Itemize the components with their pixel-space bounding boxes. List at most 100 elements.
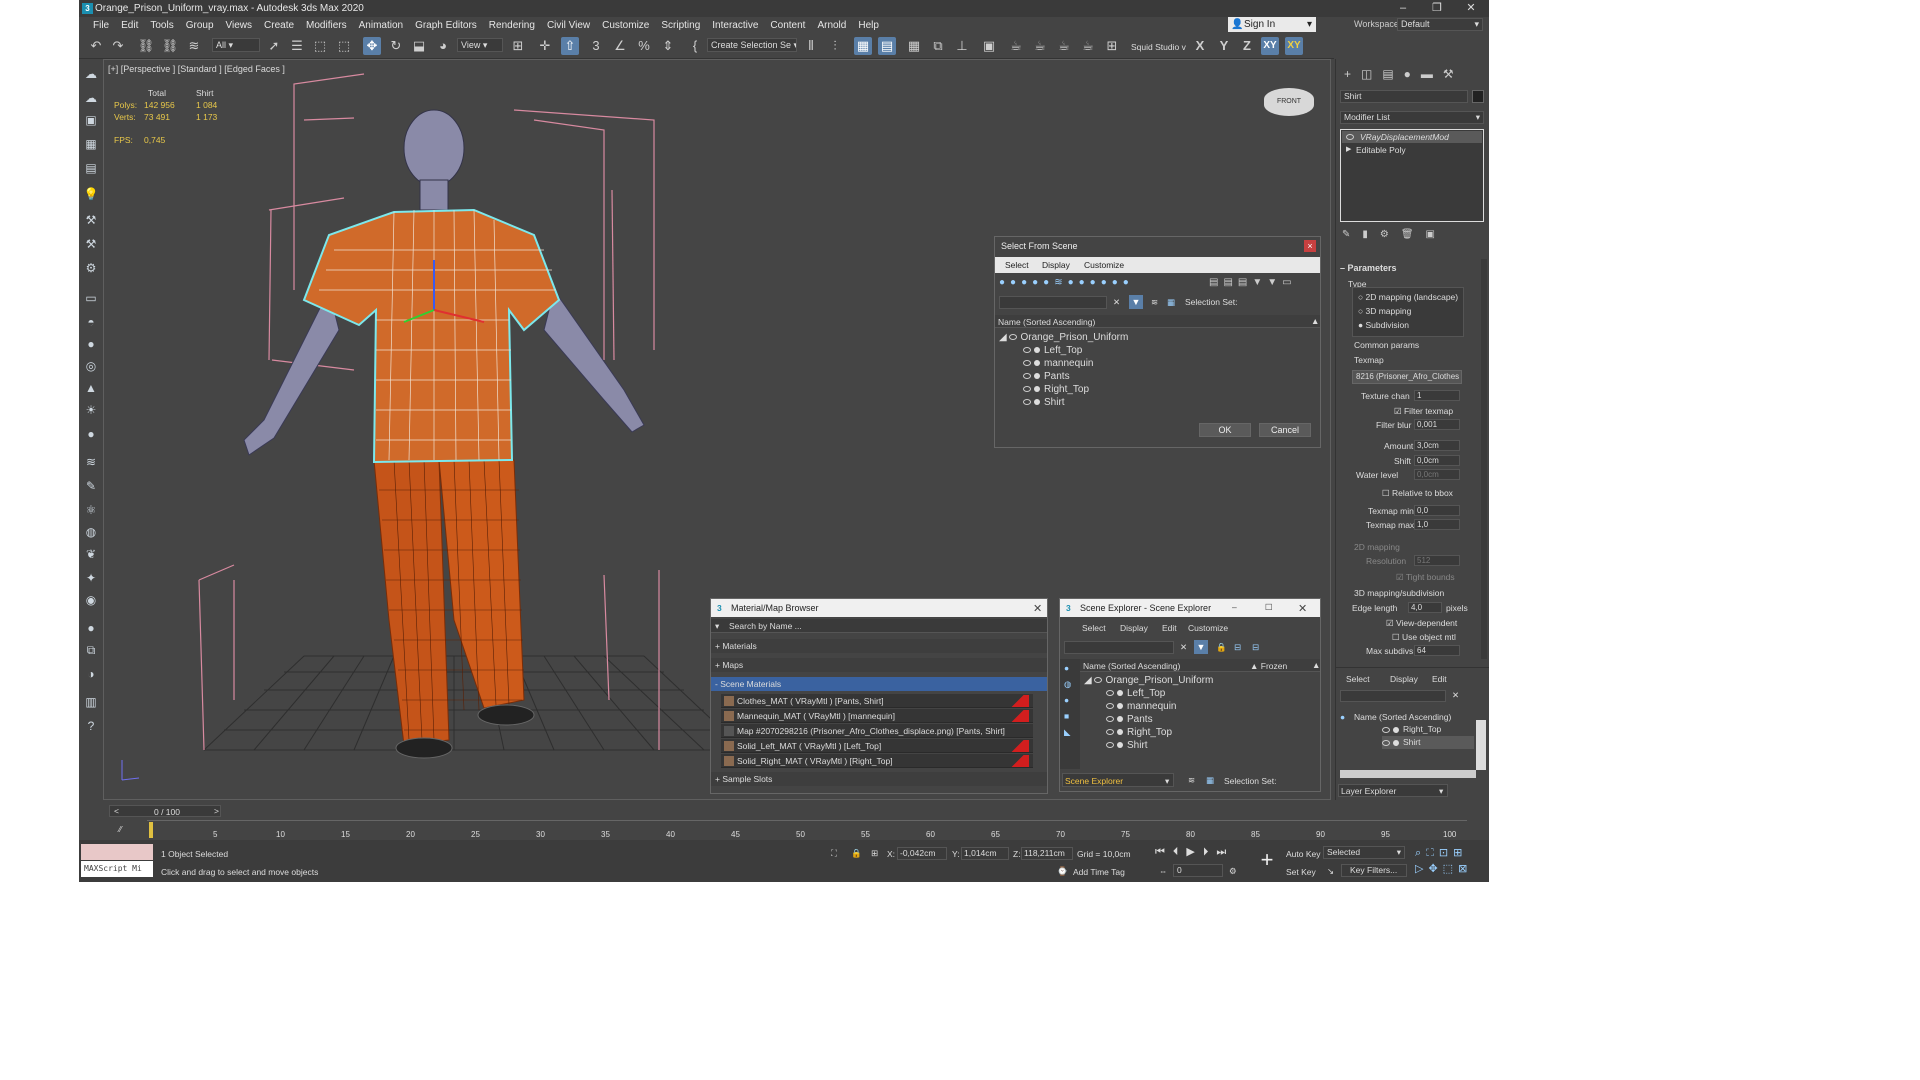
undo-icon[interactable]: ↶ [87, 37, 105, 55]
menu-edit[interactable]: Edit [115, 20, 144, 31]
current-frame-field[interactable]: 0 [1173, 864, 1223, 877]
scene-tree-item[interactable]: mannequin [1106, 700, 1176, 713]
link-icon[interactable]: ⛓ [137, 37, 155, 55]
select-search-input[interactable] [999, 296, 1107, 309]
layer-list-header[interactable]: Name (Sorted Ascending) [1354, 712, 1451, 722]
workspace-dropdown[interactable]: Default ▾ [1397, 18, 1483, 31]
max-subdivs-spinner[interactable]: 64 [1414, 645, 1460, 656]
axis-xy-cycle-button[interactable]: XY [1285, 37, 1303, 55]
material-item[interactable]: Map #2070298216 (Prisoner_Afro_Clothes_d… [721, 724, 1033, 738]
time-tag-icon[interactable]: ⌚ [1057, 866, 1068, 877]
texmap-max-spinner[interactable]: 1,0 [1414, 519, 1460, 530]
orbit-icon[interactable]: ◉ [82, 591, 100, 609]
select-object-icon[interactable]: ➚ [265, 37, 283, 55]
scene-menu-display[interactable]: Display [1120, 623, 1148, 633]
viewport-navigation-controls[interactable]: ⌕⛶⊡⊞ ▷✥⬚⊠ [1415, 845, 1485, 879]
sign-in-dropdown[interactable]: 👤 Sign In ▾ [1228, 17, 1316, 32]
rendered-frame-window-icon[interactable]: ☕ [1031, 37, 1049, 55]
light-icon[interactable]: 💡 [82, 185, 100, 203]
stack-controls[interactable]: ✎▮⚙🗑▣ [1342, 229, 1482, 243]
set-key-button[interactable]: Set Key [1286, 867, 1316, 877]
scene-explorer-icon[interactable]: ▦ [854, 37, 872, 55]
minimize-button[interactable]: – [1386, 0, 1420, 17]
relative-to-bbox-checkbox[interactable]: ☐ Relative to bbox [1382, 488, 1453, 499]
hierarchy-icon[interactable]: ⊟ [1234, 642, 1241, 653]
display-cameras-icon[interactable]: ■ [1064, 711, 1069, 721]
sun-icon[interactable]: ☀ [82, 401, 100, 419]
axis-z-button[interactable]: Z [1238, 37, 1256, 55]
cloud-icon[interactable]: ☁ [82, 89, 100, 107]
maximize-icon[interactable]: ☐ [1265, 602, 1273, 613]
select-tree-item[interactable]: Right_Top [1023, 383, 1089, 396]
maxscript-listener-top[interactable] [81, 844, 153, 860]
scene-tree-item[interactable]: Shirt [1106, 739, 1148, 752]
clear-search-icon[interactable]: ✕ [1452, 690, 1459, 701]
reference-coord-dropdown[interactable]: View ▾ [457, 38, 503, 52]
type-subdivision-radio[interactable]: ● Subdivision [1358, 320, 1409, 330]
layer-tree-item-selected[interactable]: Shirt [1382, 736, 1474, 749]
perspective-viewport[interactable]: [+] [Perspective ] [Standard ] [Edged Fa… [103, 59, 1331, 800]
group-sample-slots[interactable]: + Sample Slots [711, 772, 1047, 786]
layers-icon[interactable]: ≋ [1188, 775, 1195, 786]
camera-icon[interactable]: ⚙ [82, 259, 100, 277]
pivot-center-icon[interactable]: ⊞ [509, 37, 527, 55]
add-time-tag[interactable]: Add Time Tag [1073, 867, 1125, 877]
material-item[interactable]: Clothes_MAT ( VRayMtl ) [Pants, Shirt] [721, 694, 1033, 708]
fur-icon[interactable]: ≋ [82, 453, 100, 471]
modifier-list-dropdown[interactable]: Modifier List ▾ [1340, 111, 1484, 124]
percent-snap-icon[interactable]: % [635, 37, 653, 55]
display-lights-icon[interactable]: ● [1064, 695, 1069, 705]
texmap-min-spinner[interactable]: 0,0 [1414, 505, 1460, 516]
z-coordinate-field[interactable]: 118,211cm [1021, 847, 1073, 860]
material-search-input[interactable]: ▾ Search by Name ... [711, 619, 1047, 633]
layer-tree-item[interactable]: Right_Top [1382, 723, 1441, 736]
viewport-label[interactable]: [+] [Perspective ] [Standard ] [Edged Fa… [108, 64, 285, 74]
plant-icon[interactable]: ❦ [82, 545, 100, 563]
rect-selection-icon[interactable]: ⬚ [311, 37, 329, 55]
view-cube[interactable]: FRONT [1264, 88, 1314, 116]
texture-chan-spinner[interactable]: 1 [1414, 390, 1460, 401]
select-by-name-icon[interactable]: ☰ [288, 37, 306, 55]
filter-keys-icon[interactable]: ↘ [1327, 866, 1334, 877]
filter-icon[interactable]: ▼ [1129, 295, 1143, 309]
menu-file[interactable]: File [87, 20, 115, 31]
menu-rendering[interactable]: Rendering [483, 20, 541, 31]
command-panel-scrollbar[interactable] [1481, 259, 1487, 659]
layer-menu-display[interactable]: Display [1390, 674, 1418, 684]
material-ball-icon[interactable]: ● [82, 619, 100, 637]
plane-icon[interactable]: ▭ [82, 289, 100, 307]
display-geometry-icon[interactable]: ◍ [1064, 679, 1071, 690]
material-item[interactable]: Solid_Left_MAT ( VRayMtl ) [Left_Top] [721, 739, 1033, 753]
grid-icon[interactable]: ▦ [82, 135, 100, 153]
image-icon[interactable]: ▣ [82, 111, 100, 129]
y-coordinate-field[interactable]: 1,014cm [961, 847, 1009, 860]
select-tree-root[interactable]: ◢ Orange_Prison_Uniform [999, 331, 1128, 344]
menu-scripting[interactable]: Scripting [655, 20, 706, 31]
slider-right-arrow[interactable]: > [214, 806, 219, 816]
material-item[interactable]: Solid_Right_MAT ( VRayMtl ) [Right_Top] [721, 754, 1033, 768]
time-slider[interactable]: < 0 / 100 > [109, 805, 221, 817]
stack-icon[interactable]: ⧉ [82, 641, 100, 659]
menu-animation[interactable]: Animation [353, 20, 409, 31]
layer-explorer-icon[interactable]: ▤ [878, 37, 896, 55]
scene-tree-root[interactable]: ◢ Orange_Prison_Uniform [1084, 674, 1213, 687]
shift-spinner[interactable]: 0,0cm [1414, 455, 1460, 466]
material-item[interactable]: Mannequin_MAT ( VRayMtl ) [mannequin] [721, 709, 1033, 723]
axis-y-button[interactable]: Y [1215, 37, 1233, 55]
material-editor-icon[interactable]: ▣ [980, 37, 998, 55]
group-maps[interactable]: + Maps [711, 658, 1047, 672]
scene-list-header[interactable]: Name (Sorted Ascending) ▲ Frozen ▲ [1080, 659, 1320, 672]
snaps-toggle-icon[interactable]: 3 [587, 37, 605, 55]
tight-bounds-checkbox[interactable]: ☑ Tight bounds [1396, 572, 1455, 583]
open-explorer-icon[interactable]: ☁ [82, 65, 100, 83]
menu-content[interactable]: Content [764, 20, 811, 31]
close-icon[interactable]: ✕ [1033, 602, 1042, 615]
select-list-header[interactable]: Name (Sorted Ascending) ▲ [995, 315, 1320, 328]
close-button[interactable]: ✕ [1454, 0, 1488, 17]
modifier-editable-poly[interactable]: ▶ Editable Poly [1342, 144, 1482, 156]
lock-selection-icon[interactable]: 🔒 [851, 848, 862, 859]
modifier-vraydisplacement[interactable]: VRayDisplacementMod [1342, 131, 1482, 143]
select-dialog-menu-display[interactable]: Display [1042, 260, 1070, 270]
amount-spinner[interactable]: 3,0cm [1414, 440, 1460, 451]
ribbon-icon[interactable]: ▦ [905, 37, 923, 55]
